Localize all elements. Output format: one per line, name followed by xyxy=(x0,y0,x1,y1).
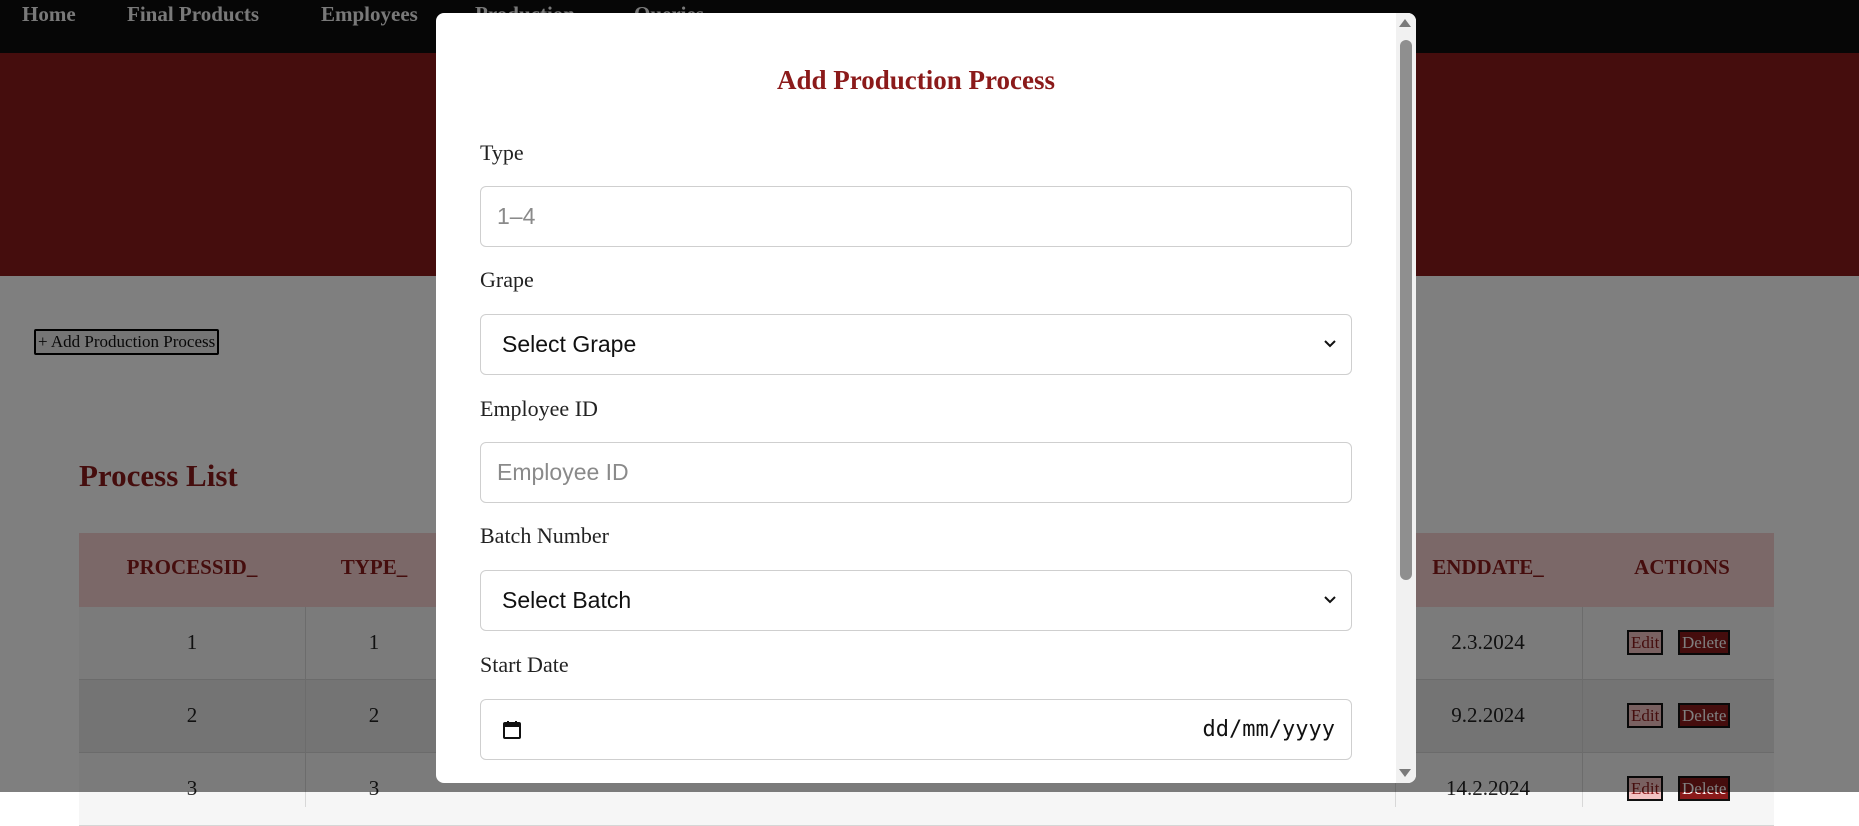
calendar-icon[interactable] xyxy=(501,719,523,741)
chevron-down-icon xyxy=(1324,596,1336,604)
scrollbar-thumb[interactable] xyxy=(1400,40,1412,580)
start-date-input[interactable]: dd/mm/yyyy xyxy=(480,699,1352,760)
batch-select-value: Select Batch xyxy=(502,587,632,613)
modal-title: Add Production Process xyxy=(776,65,1055,95)
scroll-down-arrow-icon[interactable] xyxy=(1399,769,1411,777)
batch-number-label: Batch Number xyxy=(480,523,609,548)
employee-id-label: Employee ID xyxy=(480,396,598,421)
modal-scrollbar[interactable] xyxy=(1396,13,1416,783)
type-input[interactable] xyxy=(480,186,1352,247)
start-date-value: dd/mm/yyyy xyxy=(1202,717,1335,742)
add-production-process-modal: Add Production Process Type Grape Select… xyxy=(436,13,1416,783)
grape-label: Grape xyxy=(480,267,534,292)
batch-number-select[interactable]: Select Batch xyxy=(480,570,1352,631)
grape-select-value: Select Grape xyxy=(502,331,637,357)
grape-select[interactable]: Select Grape xyxy=(480,314,1352,375)
chevron-down-icon xyxy=(1324,340,1336,348)
employee-id-input[interactable] xyxy=(480,442,1352,503)
start-date-label: Start Date xyxy=(480,652,569,677)
scroll-up-arrow-icon[interactable] xyxy=(1399,19,1411,27)
type-label: Type xyxy=(480,140,524,165)
